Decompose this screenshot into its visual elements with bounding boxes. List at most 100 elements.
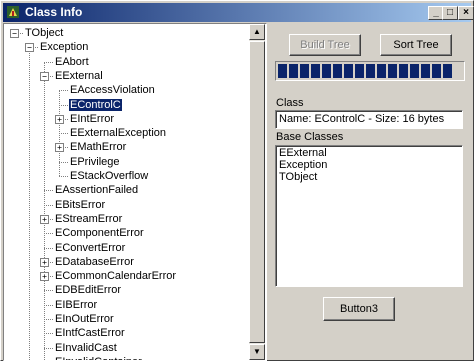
progress-block — [410, 64, 419, 78]
sort-tree-button[interactable]: Sort Tree — [380, 34, 452, 56]
tree-connector — [44, 190, 53, 192]
app-icon — [7, 6, 19, 18]
tree-node-label: EIntfCastError — [55, 327, 125, 340]
tree-node[interactable]: EStreamError — [54, 212, 123, 226]
class-tree-view[interactable]: TObject − Exception − EAbort EExternal − EAcces… — [3, 23, 267, 361]
maximize-button[interactable]: □ — [442, 6, 458, 20]
progress-bar — [275, 61, 465, 81]
tree-node-label: EPrivilege — [70, 155, 120, 168]
tree-node[interactable]: EExternalException — [69, 126, 167, 140]
expand-plus-icon[interactable]: + — [40, 214, 49, 224]
progress-block — [311, 64, 320, 78]
collapse-minus-icon[interactable]: − — [10, 29, 19, 38]
collapse-minus-icon[interactable]: − — [25, 43, 34, 53]
progress-block — [421, 64, 430, 78]
tree-connector — [44, 290, 53, 292]
tree-node-label: EDBEditError — [55, 284, 122, 297]
tree-node[interactable]: EComponentError — [54, 226, 145, 240]
expand-plus-icon[interactable]: + — [40, 272, 49, 282]
tree-node-label: EIntError — [70, 112, 115, 125]
tree-node-label: Exception — [40, 41, 89, 54]
button3[interactable]: Button3 — [323, 297, 395, 321]
tree-node-label: EIBError — [55, 298, 98, 311]
progress-block — [333, 64, 342, 78]
tree-node-label: EExternal — [55, 69, 103, 82]
tree-node[interactable]: EAbort — [54, 55, 90, 69]
class-info-window: Class Info _ □ × TObject − Exception − EAbor… — [0, 0, 474, 361]
tree-vertical-scrollbar[interactable]: ▲ ▼ — [249, 24, 265, 360]
tree-connector — [59, 104, 68, 106]
progress-block — [300, 64, 309, 78]
tree-node-label: EAssertionFailed — [55, 184, 139, 197]
tree-connector — [29, 47, 30, 360]
scroll-up-arrow-icon[interactable]: ▲ — [249, 24, 265, 40]
progress-block — [289, 64, 298, 78]
tree-node-label: EAbort — [55, 55, 89, 68]
tree-node[interactable]: EControlC — [68, 97, 123, 112]
tree-connector — [44, 347, 53, 349]
tree-connector — [59, 161, 68, 163]
scroll-thumb[interactable] — [249, 41, 265, 343]
tree-node[interactable]: EPrivilege — [69, 155, 121, 169]
progress-block — [388, 64, 397, 78]
tree-node[interactable]: EExternal — [54, 69, 104, 83]
tree-node[interactable]: ECommonCalendarError — [54, 269, 177, 283]
tree-node-label: EStreamError — [55, 212, 123, 225]
tree-content: TObject − Exception − EAbort EExternal − EAcces… — [4, 24, 248, 360]
tree-node-label: EDatabaseError — [55, 255, 134, 268]
progress-block — [355, 64, 364, 78]
base-class-line: TObject — [279, 171, 318, 183]
close-button[interactable]: × — [458, 6, 474, 20]
progress-block — [399, 64, 408, 78]
tree-connector — [44, 304, 53, 306]
window-title: Class Info — [25, 5, 83, 19]
tree-node-label: EConvertError — [55, 241, 126, 254]
tree-connector — [44, 319, 53, 320]
tree-node[interactable]: EMathError — [69, 140, 127, 154]
tree-node[interactable]: EStackOverflow — [69, 169, 149, 183]
tree-node-label: EExternalException — [70, 127, 166, 140]
tree-node-label: EAccessViolation — [70, 84, 155, 97]
tree-node[interactable]: EDBEditError — [54, 283, 122, 297]
progress-block — [344, 64, 353, 78]
tree-node-label: EInOutError — [55, 313, 114, 325]
tree-node-label: EMathError — [70, 141, 127, 154]
tree-node[interactable]: EIBError — [54, 298, 98, 312]
tree-node-label: EInvalidContainer — [54, 356, 143, 360]
tree-node-label: ECommonCalendarError — [55, 270, 177, 283]
expand-plus-icon[interactable]: + — [55, 114, 64, 124]
expand-plus-icon[interactable]: + — [55, 143, 64, 153]
class-info-field[interactable]: Name: EControlC - Size: 16 bytes — [275, 110, 463, 129]
splitter[interactable] — [267, 23, 271, 359]
tree-connector — [44, 61, 45, 360]
tree-node-label: EControlC — [68, 97, 123, 112]
tree-node[interactable]: EInvalidCast — [54, 341, 118, 355]
collapse-minus-icon[interactable]: − — [40, 71, 49, 81]
tree-connector — [59, 176, 68, 177]
base-class-line: Exception — [279, 159, 328, 171]
progress-block — [278, 64, 287, 78]
tree-node[interactable]: EInOutError — [54, 312, 115, 326]
tree-node-label: EBitsError — [55, 198, 106, 211]
tree-node[interactable]: Exception — [39, 40, 89, 54]
tree-node[interactable]: EInvalidContainer — [54, 355, 143, 360]
tree-node[interactable]: EIntError — [69, 112, 115, 126]
progress-block — [377, 64, 386, 78]
title-bar[interactable]: Class Info _ □ × — [3, 3, 474, 22]
tree-node[interactable]: TObject — [24, 26, 64, 40]
tree-node[interactable]: EAssertionFailed — [54, 183, 139, 197]
tree-node[interactable]: EDatabaseError — [54, 255, 135, 269]
tree-connector — [44, 204, 53, 206]
tree-node[interactable]: EConvertError — [54, 241, 126, 255]
tree-node[interactable]: EIntfCastError — [54, 326, 126, 340]
tree-node[interactable]: EBitsError — [54, 198, 106, 212]
progress-block — [366, 64, 375, 78]
tree-node-label: EStackOverflow — [70, 170, 149, 182]
scroll-down-arrow-icon[interactable]: ▼ — [249, 344, 265, 360]
tree-connector — [44, 233, 53, 235]
base-classes-memo[interactable]: EExternal Exception TObject — [275, 145, 463, 287]
tree-connector — [44, 61, 53, 63]
expand-plus-icon[interactable]: + — [40, 257, 49, 267]
tree-node[interactable]: EAccessViolation — [69, 83, 156, 97]
build-tree-button[interactable]: Build Tree — [289, 34, 361, 56]
